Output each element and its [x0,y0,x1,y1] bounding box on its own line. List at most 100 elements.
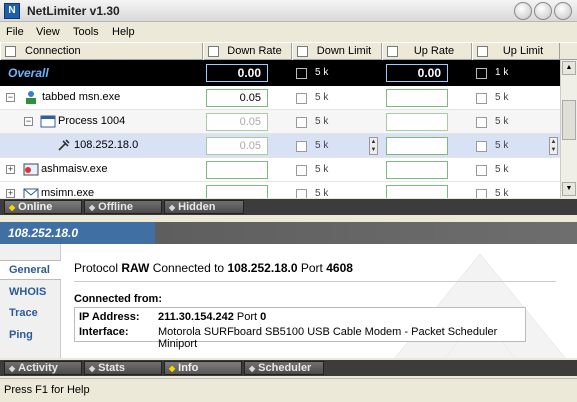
detail-header-title: 108.252.18.0 [8,226,79,240]
close-button[interactable] [554,2,572,20]
tree-row-process-1004[interactable]: − Process 1004 0.05 5 k 5 k [0,110,560,134]
menu-tools[interactable]: Tools [73,26,99,38]
up-limit-value[interactable]: 5 k [495,92,508,103]
tree-row-tabbed-msn[interactable]: − tabbed msn.exe 0.05 5 k 5 k [0,86,560,110]
menu-help[interactable]: Help [112,26,135,38]
overall-up-limit[interactable]: 1 k [495,67,508,78]
tab-stats[interactable]: ◆ Stats [84,361,162,375]
title-bar[interactable]: N NetLimiter v1.30 [0,0,577,22]
down-limit-checkbox[interactable] [296,165,307,176]
diamond-icon: ◆ [249,364,256,373]
up-limit-value[interactable]: 5 k [495,188,508,198]
down-limit-value[interactable]: 5 k [315,164,328,175]
tab-scheduler[interactable]: ◆ Scheduler [244,361,324,375]
status-text: Press F1 for Help [4,384,90,396]
up-limit-checkbox[interactable] [476,189,487,198]
side-item-ping[interactable]: Ping [9,329,33,341]
menu-view[interactable]: View [36,26,60,38]
down-limit-spinner[interactable]: ▲ ▼ [369,137,378,155]
tab-activity[interactable]: ◆ Activity [4,361,82,375]
down-limit-checkbox[interactable] [296,141,307,152]
up-limit-value[interactable]: 5 k [495,116,508,127]
down-limit-checkbox[interactable] [296,93,307,104]
side-item-trace[interactable]: Trace [9,307,38,319]
diamond-icon: ◆ [89,364,96,373]
connected-from-box: IP Address: 211.30.154.242 Port 0 Interf… [74,307,526,350]
up-limit-value[interactable]: 5 k [495,164,508,175]
tab-label: Activity [18,362,58,374]
col-connection[interactable]: Connection [0,43,203,60]
up-limit-checkbox[interactable] [476,93,487,104]
col-up-rate[interactable]: Up Rate [382,43,472,60]
down-limit-value[interactable]: 5 k [315,92,328,103]
col-up-limit-label: Up Limit [502,45,544,57]
down-limit-checkbox[interactable] [296,117,307,128]
scroll-thumb[interactable] [562,100,576,140]
connected-to-ip: 108.252.18.0 [227,261,298,275]
interface-label: Interface: [79,326,129,338]
collapse-toggle[interactable]: − [24,117,33,126]
interface-value: Motorola SURFboard SB5100 USB Cable Mode… [158,326,498,350]
col-down-rate[interactable]: Down Rate [203,43,292,60]
ip-address-label: IP Address: [79,311,140,323]
overall-label: Overall [8,66,49,80]
up-limit-checkbox[interactable] [476,117,487,128]
col-down-limit-label: Down Limit [316,45,372,57]
col-connection-label: Connection [25,45,81,57]
side-item-general[interactable]: General [0,260,61,280]
tab-hidden[interactable]: ◆ Hidden [164,200,244,214]
down-rate-value: 0.05 [206,137,268,155]
maximize-button[interactable] [534,2,552,20]
collapse-toggle[interactable]: − [6,93,15,102]
col-down-rate-label: Down Rate [227,45,282,57]
up-limit-checkbox[interactable] [476,141,487,152]
col-up-limit[interactable]: Up Limit [472,43,560,60]
tree-scrollbar[interactable]: ▲ ▼ [560,60,577,198]
scroll-up-arrow[interactable]: ▲ [562,61,576,75]
col-down-limit[interactable]: Down Limit [292,43,382,60]
window-title: NetLimiter v1.30 [27,4,120,18]
minimize-button[interactable] [514,2,532,20]
tree-row-connection-108[interactable]: 108.252.18.0 0.05 5 k ▲ ▼ 5 k ▲ ▼ [0,134,560,158]
connected-to-label: Connected to [152,261,225,275]
diamond-icon: ◆ [9,364,16,373]
up-limit-spinner[interactable]: ▲ ▼ [549,137,558,155]
connected-from-heading: Connected from: [74,293,162,305]
overall-row[interactable]: Overall 0.00 5 k 0.00 1 k [0,60,577,86]
expand-toggle[interactable]: + [6,165,15,174]
up-limit-value[interactable]: 5 k [495,140,508,151]
ip-port-value: 0 [260,311,267,323]
overall-down-limit[interactable]: 5 k [315,67,328,78]
tab-offline[interactable]: ◆ Offline [84,200,162,214]
tree-row-ashmaisv[interactable]: + ashmaisv.exe 5 k 5 k [0,158,560,182]
user-app-icon [26,91,36,104]
up-rate-value [386,137,448,155]
overall-down-limit-checkbox[interactable] [296,68,307,79]
tab-label: Scheduler [258,362,312,374]
overall-up-rate: 0.00 [386,64,448,82]
side-item-whois[interactable]: WHOIS [9,286,46,298]
protocol-value: RAW [121,261,150,275]
row-name: Process 1004 [58,115,126,127]
scroll-down-arrow[interactable]: ▼ [562,182,576,196]
down-limit-checkbox[interactable] [296,189,307,198]
row-name: msimn.exe [41,187,95,198]
tree-row-msimn[interactable]: + msimn.exe 5 k 5 k [0,182,560,198]
expand-toggle[interactable]: + [6,189,15,198]
up-rate-value [386,161,448,179]
down-rate-value [206,161,268,179]
port-label: Port [300,261,323,275]
overall-up-limit-checkbox[interactable] [476,68,487,79]
up-limit-checkbox[interactable] [476,165,487,176]
tab-online[interactable]: ◆ Online [4,200,82,214]
col-connection-checkbox[interactable] [5,46,16,57]
menu-file[interactable]: File [6,26,24,38]
tab-label: Info [178,362,199,374]
ip-address-value: 211.30.154.242 Port 0 [158,311,266,323]
down-limit-value[interactable]: 5 k [315,188,328,198]
tab-label: Offline [98,201,133,213]
col-up-rate-label: Up Rate [413,45,455,57]
tab-info[interactable]: ◆ Info [164,361,242,375]
down-limit-value[interactable]: 5 k [315,116,328,127]
down-limit-value[interactable]: 5 k [315,140,328,151]
